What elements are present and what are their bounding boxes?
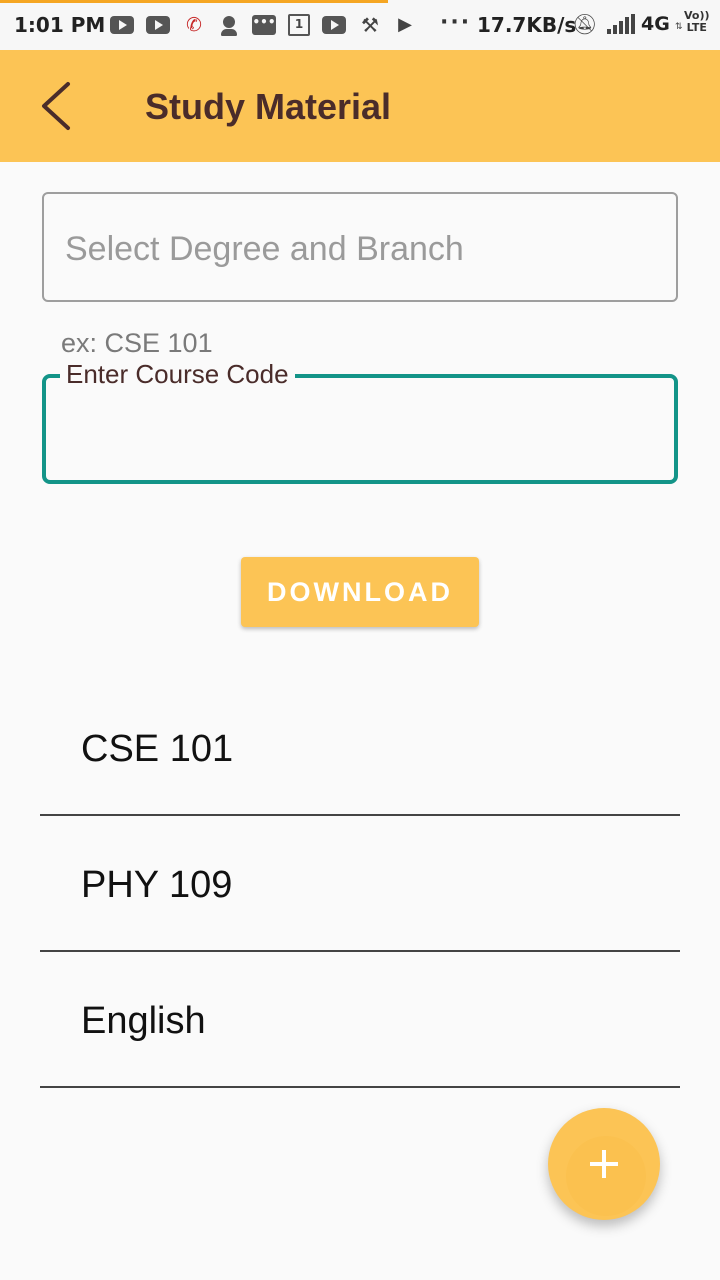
silent-bell-icon: 🔕︎ bbox=[572, 12, 598, 36]
course-list: CSE 101 PHY 109 English bbox=[40, 680, 680, 1088]
list-item[interactable]: CSE 101 bbox=[40, 680, 680, 816]
hammer-icon: ⚒ bbox=[361, 13, 379, 37]
list-item[interactable]: English bbox=[40, 952, 680, 1088]
calendar-icon: 1 bbox=[288, 14, 310, 36]
signal-strength-icon bbox=[607, 14, 635, 34]
course-code-field[interactable]: Enter Course Code bbox=[42, 359, 678, 484]
youtube-icon bbox=[322, 16, 346, 34]
course-code-hint: ex: CSE 101 bbox=[61, 328, 213, 358]
person-icon bbox=[218, 14, 240, 36]
volte-indicator: Vo)) LTE bbox=[684, 10, 710, 34]
status-time: 1:01 PM bbox=[14, 13, 106, 37]
course-code-label: Enter Course Code bbox=[60, 359, 295, 390]
app-bar: Study Material bbox=[0, 50, 720, 162]
data-activity-icon: ⇅ bbox=[675, 22, 683, 32]
course-code-input[interactable] bbox=[64, 408, 654, 452]
message-icon: ••• bbox=[252, 15, 276, 35]
notification-icons: ✆ ••• 1 ⚒ ▶ bbox=[110, 12, 428, 38]
download-progress-indicator bbox=[0, 0, 388, 3]
fab-ripple bbox=[566, 1136, 646, 1216]
youtube-icon bbox=[146, 16, 170, 34]
status-bar: 1:01 PM ✆ ••• 1 ⚒ ▶ ··· 17.7KB/s 🔕︎ 4G ⇅… bbox=[0, 0, 720, 50]
course-item-label: English bbox=[81, 1000, 206, 1042]
download-button[interactable]: DOWNLOAD bbox=[241, 557, 479, 627]
back-button[interactable] bbox=[30, 76, 86, 136]
degree-branch-placeholder: Select Degree and Branch bbox=[65, 230, 464, 268]
play-store-icon: ▶ bbox=[398, 14, 412, 35]
course-item-label: PHY 109 bbox=[81, 864, 233, 906]
degree-branch-select[interactable]: Select Degree and Branch bbox=[42, 192, 678, 302]
back-arrow-icon bbox=[42, 82, 70, 130]
volte-line-2: LTE bbox=[686, 21, 707, 34]
network-speed: 17.7KB/s bbox=[477, 13, 577, 37]
course-item-label: CSE 101 bbox=[81, 728, 234, 770]
more-notifications-indicator: ··· bbox=[440, 10, 472, 35]
list-item[interactable]: PHY 109 bbox=[40, 816, 680, 952]
add-course-fab[interactable] bbox=[548, 1108, 660, 1220]
page-title: Study Material bbox=[145, 86, 392, 127]
youtube-icon bbox=[110, 16, 134, 34]
network-type: 4G bbox=[641, 13, 670, 35]
missed-call-icon: ✆ bbox=[186, 14, 202, 36]
